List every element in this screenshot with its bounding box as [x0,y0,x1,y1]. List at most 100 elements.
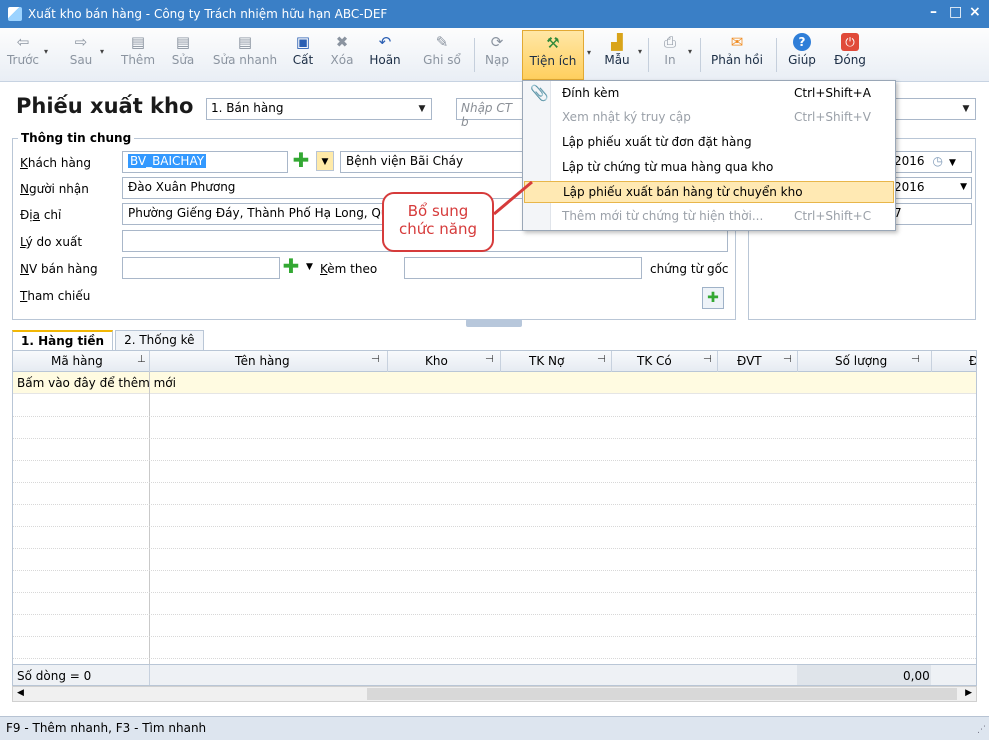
add-button[interactable]: ▤ Thêm [121,30,155,80]
col-header-credit[interactable]: TK Có [637,354,672,368]
status-bar: F9 - Thêm nhanh, F3 - Tìm nhanh ⋰ [0,716,989,740]
salesperson-label: NV bán hàng [20,262,98,276]
row-count: Số dòng = 0 [17,669,92,683]
resize-grip-icon[interactable]: ⋰ [977,725,986,735]
voucher-number-input[interactable]: 7 [888,203,972,225]
reason-label: Lý do xuất [20,235,83,249]
delete-button[interactable]: ✖ Xóa [328,30,356,80]
help-button[interactable]: ? Giúp [785,30,819,80]
grid-header: Mã hàng ⊥ Tên hàng ⊣ Kho ⊣ TK Nợ ⊣ TK Có… [13,351,976,372]
page-title: Phiếu xuất kho [16,94,194,118]
utilities-button[interactable]: ⚒ Tiện ích ▾ [522,30,591,80]
tools-icon: ⚒ [546,34,560,52]
reference-input[interactable]: Nhập CT b [456,98,526,129]
menu-item-from-transfer[interactable]: Lập phiếu xuất bán hàng từ chuyển kho [524,181,894,203]
menu-item-new-from-current[interactable]: Thêm mới từ chứng từ hiện thời... Ctrl+S… [524,206,894,228]
add-salesperson-icon[interactable]: ✚ [281,256,301,277]
salesperson-input[interactable] [122,257,280,279]
minimize-button[interactable]: – [930,4,937,20]
col-header-item-name[interactable]: Tên hàng [235,354,290,368]
posting-date-input[interactable]: 2016 ▼ [888,177,972,199]
arrow-right-icon: ⇨ [74,33,88,51]
receiver-label: Người nhận [20,182,89,196]
edit-button[interactable]: ▤ Sửa [168,30,198,80]
pin-icon[interactable]: ⊣ [911,354,920,365]
col-header-price[interactable]: Đ [969,354,976,368]
customer-label: Khách hàng [20,156,92,170]
add-new-row[interactable]: Bấm vào đây để thêm mới [13,372,976,394]
menu-item-view-log[interactable]: Xem nhật ký truy cập Ctrl+Shift+V [524,107,894,129]
attach-suffix: chứng từ gốc [650,262,729,276]
utilities-menu: 📎 Đính kèm Ctrl+Shift+A Xem nhật ký truy… [522,80,896,231]
customer-dropdown-button[interactable]: ▼ [316,151,334,171]
customer-code-input[interactable]: BV_BAICHAY [122,151,288,173]
reload-button[interactable]: ⟳ Nạp [482,30,512,80]
col-header-item-code[interactable]: Mã hàng [51,354,103,368]
general-info-title: Thông tin chung [18,131,135,145]
collapse-handle[interactable] [466,319,522,327]
menu-item-from-order[interactable]: Lập phiếu xuất từ đơn đặt hàng [524,132,894,154]
address-input[interactable]: Phường Giếng Đáy, Thành Phố Hạ Long, Quả… [122,203,384,225]
tab-goods[interactable]: 1. Hàng tiền [12,330,114,350]
pin-icon[interactable]: ⊥ [137,354,146,365]
reload-icon: ⟳ [490,33,504,51]
voucher-date-input[interactable]: 2016 ◷ ▼ [888,151,972,173]
close-window-button[interactable]: × [969,4,981,20]
add-customer-icon[interactable]: ✚ [291,150,311,171]
quick-edit-icon: ▤ [237,33,253,51]
horizontal-scrollbar[interactable]: ◀ ▶ [12,686,977,702]
reference-input-tail[interactable]: ▼ [896,98,976,120]
undo-button[interactable]: ↶ Hoãn [366,30,404,80]
scroll-left-icon[interactable]: ◀ [17,688,24,698]
chevron-down-icon[interactable]: ▼ [960,182,967,192]
print-button[interactable]: ⎙ In ▾ [656,30,692,80]
post-button[interactable]: ✎ Ghi sổ [418,30,466,80]
pin-icon[interactable]: ⊣ [703,354,712,365]
pin-icon[interactable]: ⊣ [597,354,606,365]
add-reference-icon[interactable]: ✚ [702,287,724,309]
chevron-down-icon[interactable]: ▼ [949,158,956,168]
paperclip-icon: 📎 [530,84,549,102]
prev-button[interactable]: ⇦ Trước ▾ [6,30,48,80]
detail-grid: Mã hàng ⊥ Tên hàng ⊣ Kho ⊣ TK Nợ ⊣ TK Có… [12,350,977,686]
window-title: Xuất kho bán hàng - Công ty Trách nhiệm … [28,7,388,21]
address-label: Địa chỉ [20,208,62,222]
feedback-button[interactable]: ✉ Phản hồi [708,30,766,80]
maximize-button[interactable]: □ [949,4,962,20]
toolbar-separator [648,38,649,72]
col-header-unit[interactable]: ĐVT [737,354,762,368]
delete-icon: ✖ [335,33,349,51]
next-button[interactable]: ⇨ Sau ▾ [66,30,104,80]
toolbar-separator [776,38,777,72]
detail-tabs: 1. Hàng tiền 2. Thống kê [12,330,206,350]
tab-statistics[interactable]: 2. Thống kê [115,330,204,350]
customer-name-input[interactable]: Bệnh viện Bãi Cháy [340,151,526,173]
pin-icon[interactable]: ⊣ [371,354,380,365]
scroll-thumb[interactable] [367,688,957,700]
chevron-down-icon[interactable]: ▼ [306,262,313,272]
col-header-quantity[interactable]: Số lượng [835,354,887,368]
close-button[interactable]: ⏻ Đóng [830,30,870,80]
save-button[interactable]: ▣ Cất [290,30,316,80]
status-shortcuts: F9 - Thêm nhanh, F3 - Tìm nhanh [6,721,207,735]
template-icon: ▟ [611,33,623,51]
app-icon [8,7,22,21]
add-doc-icon: ▤ [130,33,146,51]
quick-edit-button[interactable]: ▤ Sửa nhanh [211,30,279,80]
scroll-right-icon[interactable]: ▶ [965,688,972,698]
pin-icon[interactable]: ⊣ [783,354,792,365]
calendar-icon[interactable]: ◷ [933,154,943,168]
toolbar-separator [700,38,701,72]
attach-count-input[interactable] [404,257,642,279]
arrow-left-icon: ⇦ [16,33,30,51]
voucher-type-select[interactable]: 1. Bán hàng ▼ [206,98,432,120]
pin-icon[interactable]: ⊣ [485,354,494,365]
template-button[interactable]: ▟ Mẫu ▾ [600,30,642,80]
reference-label: Tham chiếu [20,289,91,303]
col-header-warehouse[interactable]: Kho [425,354,448,368]
attach-label: Kèm theo [320,262,378,276]
menu-item-attach[interactable]: 📎 Đính kèm Ctrl+Shift+A [524,83,894,105]
col-header-debit[interactable]: TK Nợ [529,354,564,368]
menu-item-from-purchase[interactable]: Lập từ chứng từ mua hàng qua kho [524,157,894,179]
toolbar-separator [474,38,475,72]
